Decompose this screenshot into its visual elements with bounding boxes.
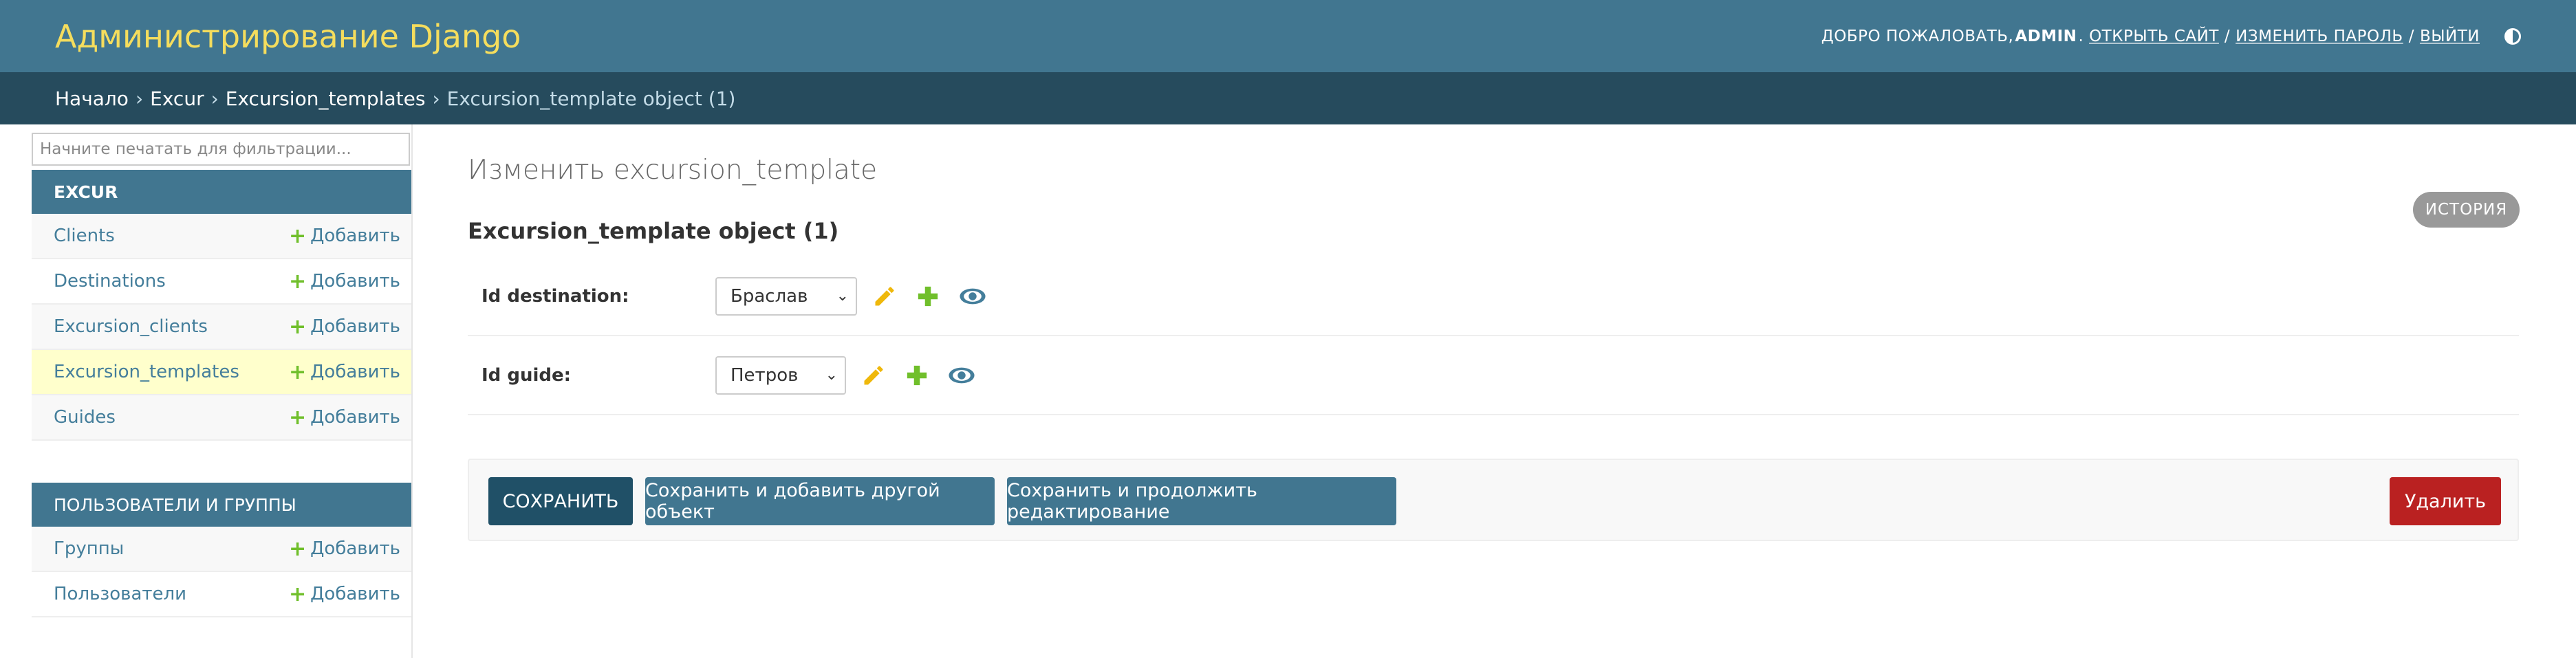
sidebar-item-excursion-templates: Excursion_templates + Добавить [32,350,411,395]
model-link[interactable]: Guides [54,407,116,428]
plus-icon: + [288,536,307,561]
sidebar-item-users: Пользователи + Добавить [32,572,411,617]
add-label: Добавить [310,362,400,382]
model-list: Clients + Добавить Destinations + Добавить… [32,214,411,441]
save-and-continue-button[interactable]: Сохранить и продолжить редактирование [1007,477,1396,525]
breadcrumb-model[interactable]: Excursion_templates [226,87,426,110]
chevron-down-icon: ⌄ [836,287,849,305]
eye-icon[interactable] [959,285,986,307]
breadcrumb-home[interactable]: Начало [55,87,129,110]
add-label: Добавить [310,407,400,428]
nav-sidebar: EXCUR Clients +Добавить Destinations +До… [0,124,413,658]
model-link[interactable]: Destinations [54,271,166,292]
breadcrumb-current: Excursion_template object (1) [446,87,736,110]
view-site-link[interactable]: ОТКРЫТЬ САЙТ [2089,28,2219,45]
add-label: Добавить [310,316,400,337]
username: ADMIN [2015,27,2077,45]
plus-icon: + [288,405,307,430]
module-caption-excur[interactable]: EXCUR [32,170,411,214]
plus-icon: + [288,223,307,248]
site-title[interactable]: Администрирование Django [55,18,521,55]
contrast-toggle-icon[interactable] [2504,28,2521,45]
history-button[interactable]: ИСТОРИЯ [2413,192,2520,228]
model-link[interactable]: Пользователи [54,584,186,604]
related-widget-icons [861,363,975,388]
sidebar-item-clients: Clients + Добавить [32,214,411,259]
module-auth: ПОЛЬЗОВАТЕЛИ И ГРУППЫ Группы + Добавить П… [32,483,411,617]
add-label: Добавить [310,271,400,292]
sidebar-item-groups: Группы + Добавить [32,527,411,572]
add-link[interactable]: + Добавить [289,582,400,606]
plus-icon: + [288,314,307,339]
chevron-down-icon: ⌄ [825,366,838,384]
sidebar-item-excursion-clients: Excursion_clients + Добавить [32,305,411,350]
model-list: Группы + Добавить Пользователи + Добавить [32,527,411,617]
add-link[interactable]: + Добавить [289,270,400,294]
breadcrumb: Начало › Excur › Excursion_templates › E… [0,72,2576,124]
field-row-id-destination: Id destination: Браслав ⌄ [468,257,2519,336]
plus-icon: + [288,360,307,384]
add-link[interactable]: + Добавить [289,406,400,430]
plus-icon: + [288,269,307,294]
object-title: Excursion_template object (1) [468,218,839,244]
breadcrumb-separator: › [432,87,440,110]
add-label: Добавить [310,226,400,246]
related-widget-icons [872,284,986,309]
separator: / [2224,27,2231,45]
plus-icon[interactable] [916,285,940,308]
logout-link[interactable]: ВЫЙТИ [2420,28,2480,45]
model-link[interactable]: Clients [54,226,115,246]
save-button[interactable]: СОХРАНИТЬ [488,477,633,525]
user-tools: ДОБРО ПОЖАЛОВАТЬ, ADMIN. ОТКРЫТЬ САЙТ / … [1821,28,2521,45]
plus-icon[interactable] [905,364,929,387]
sidebar-item-guides: Guides + Добавить [32,395,411,441]
pencil-icon[interactable] [861,363,886,388]
separator: / [2408,27,2414,45]
site-header: Администрирование Django ДОБРО ПОЖАЛОВАТ… [0,0,2576,72]
breadcrumb-separator: › [135,87,144,110]
sidebar-item-destinations: Destinations + Добавить [32,259,411,305]
eye-icon[interactable] [948,364,975,386]
field-row-id-guide: Id guide: Петров ⌄ [468,336,2519,415]
add-label: Добавить [310,538,400,559]
breadcrumb-app[interactable]: Excur [150,87,204,110]
save-and-add-another-button[interactable]: Сохранить и добавить другой объект [645,477,995,525]
add-link[interactable]: + Добавить [289,360,400,384]
add-label: Добавить [310,584,400,604]
page-title: Изменить excursion_template [468,155,878,186]
model-link[interactable]: Excursion_clients [54,316,208,337]
id-destination-select[interactable]: Браслав ⌄ [715,276,857,316]
add-link[interactable]: + Добавить [289,224,400,248]
sidebar-filter-input[interactable] [32,133,410,166]
breadcrumb-separator: › [210,87,219,110]
model-link[interactable]: Excursion_templates [54,362,239,382]
model-link[interactable]: Группы [54,538,124,559]
add-link[interactable]: + Добавить [289,537,400,561]
pencil-icon[interactable] [872,284,897,309]
field-label: Id guide: [481,364,572,386]
submit-row: СОХРАНИТЬ Сохранить и добавить другой об… [468,459,2519,541]
field-label: Id destination: [481,285,629,307]
add-link[interactable]: + Добавить [289,315,400,339]
delete-button[interactable]: Удалить [2390,477,2501,525]
select-value: Петров [730,364,799,386]
welcome-text: ДОБРО ПОЖАЛОВАТЬ, [1821,27,2014,45]
change-password-link[interactable]: ИЗМЕНИТЬ ПАРОЛЬ [2236,28,2403,45]
id-guide-select[interactable]: Петров ⌄ [715,355,846,395]
plus-icon: + [288,582,307,606]
select-value: Браслав [730,285,808,307]
module-caption-auth[interactable]: ПОЛЬЗОВАТЕЛИ И ГРУППЫ [32,483,411,527]
module-excur: EXCUR Clients + Добавить Destinations + До… [32,170,411,441]
